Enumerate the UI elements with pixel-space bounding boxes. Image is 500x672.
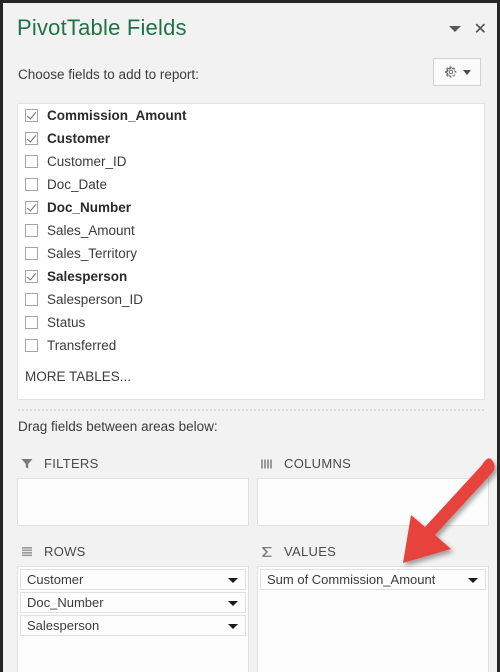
chevron-down-icon[interactable] (228, 623, 238, 629)
field-list-item[interactable]: Sales_Territory (18, 242, 484, 265)
gear-icon (444, 65, 458, 79)
field-list-item[interactable]: Salesperson (18, 265, 484, 288)
panel-header: PivotTable Fields ✕ (3, 3, 497, 55)
area-columns-header: COLUMNS (257, 453, 489, 474)
chevron-down-icon[interactable] (468, 577, 478, 583)
field-list-item-label: Customer (47, 131, 111, 146)
drag-fields-instruction: Drag fields between areas below: (18, 419, 218, 434)
field-list-item[interactable]: Status (18, 311, 484, 334)
field-list-item[interactable]: Doc_Number (18, 196, 484, 219)
more-tables-link[interactable]: MORE TABLES... (18, 369, 484, 384)
field-list-item-label: Doc_Date (47, 177, 108, 192)
area-rows-dropzone[interactable]: Customer Doc_Number Salesperson (17, 566, 249, 672)
page-title: PivotTable Fields (17, 15, 187, 40)
field-list-item-label: Customer_ID (47, 154, 127, 169)
checkbox-icon[interactable] (25, 224, 38, 237)
field-list-item[interactable]: Transferred (18, 334, 484, 357)
area-rows-header: ROWS (17, 541, 249, 562)
chevron-down-icon (462, 69, 471, 75)
field-list-item[interactable]: Sales_Amount (18, 219, 484, 242)
field-list-item[interactable]: Salesperson_ID (18, 288, 484, 311)
checkbox-checked-icon[interactable] (25, 132, 38, 145)
checkbox-checked-icon[interactable] (25, 201, 38, 214)
close-icon[interactable]: ✕ (474, 21, 487, 37)
area-values-header: VALUES (257, 541, 489, 562)
header-controls: ✕ (448, 21, 487, 37)
area-values-dropzone[interactable]: Sum of Commission_Amount (257, 566, 489, 672)
area-filters-header: FILTERS (17, 453, 249, 474)
pivottable-fields-panel: PivotTable Fields ✕ Choose fields to add… (0, 0, 500, 672)
area-field-pill[interactable]: Salesperson (20, 615, 246, 636)
area-rows: ROWS Customer Doc_Number Salesperson (17, 541, 249, 672)
checkbox-icon[interactable] (25, 339, 38, 352)
field-list-item-label: Sales_Amount (47, 223, 135, 238)
checkbox-icon[interactable] (25, 316, 38, 329)
field-list-item[interactable]: Customer (18, 127, 484, 150)
checkbox-checked-icon[interactable] (25, 109, 38, 122)
field-list-item-label: Salesperson (47, 269, 128, 284)
area-columns: COLUMNS (257, 453, 489, 526)
checkbox-icon[interactable] (25, 247, 38, 260)
field-list-item-label: Sales_Territory (47, 246, 138, 261)
area-columns-dropzone[interactable] (257, 478, 489, 526)
checkbox-checked-icon[interactable] (25, 270, 38, 283)
checkbox-icon[interactable] (25, 178, 38, 191)
field-list-item-label: Doc_Number (47, 200, 132, 215)
panel-splitter[interactable] (17, 409, 485, 411)
field-list-item[interactable]: Doc_Date (18, 173, 484, 196)
rows-icon (21, 546, 33, 558)
field-list-item-label: Commission_Amount (47, 108, 187, 123)
area-field-pill-label: Sum of Commission_Amount (267, 572, 436, 587)
field-list-item-label: Status (47, 315, 86, 330)
area-values: VALUES Sum of Commission_Amount (257, 541, 489, 672)
field-list-item-label: Transferred (47, 338, 117, 353)
sigma-icon (261, 546, 273, 558)
area-field-pill-label: Salesperson (27, 618, 100, 633)
area-field-pill[interactable]: Doc_Number (20, 592, 246, 613)
field-list-item-label: Salesperson_ID (47, 292, 144, 307)
field-list-item[interactable]: Customer_ID (18, 150, 484, 173)
field-list[interactable]: Commission_Amount Customer Customer_ID Doc_… (17, 103, 485, 400)
checkbox-icon[interactable] (25, 293, 38, 306)
area-filters-dropzone[interactable] (17, 478, 249, 526)
chevron-down-icon[interactable] (228, 600, 238, 606)
choose-fields-row: Choose fields to add to report: (3, 58, 497, 98)
columns-icon (261, 458, 273, 470)
area-columns-label: COLUMNS (284, 456, 352, 471)
area-filters-label: FILTERS (44, 456, 99, 471)
area-filters: FILTERS (17, 453, 249, 526)
field-list-item[interactable]: Commission_Amount (18, 104, 484, 127)
choose-fields-label: Choose fields to add to report: (18, 67, 199, 82)
area-field-pill-label: Doc_Number (27, 595, 104, 610)
chevron-down-icon[interactable] (228, 577, 238, 583)
area-values-label: VALUES (284, 544, 337, 559)
tools-button[interactable] (433, 58, 481, 86)
checkbox-icon[interactable] (25, 155, 38, 168)
area-rows-label: ROWS (44, 544, 86, 559)
area-field-pill[interactable]: Customer (20, 569, 246, 590)
funnel-icon (21, 458, 33, 470)
chevron-down-icon[interactable] (448, 26, 461, 32)
area-field-pill[interactable]: Sum of Commission_Amount (260, 569, 486, 590)
area-field-pill-label: Customer (27, 572, 84, 587)
